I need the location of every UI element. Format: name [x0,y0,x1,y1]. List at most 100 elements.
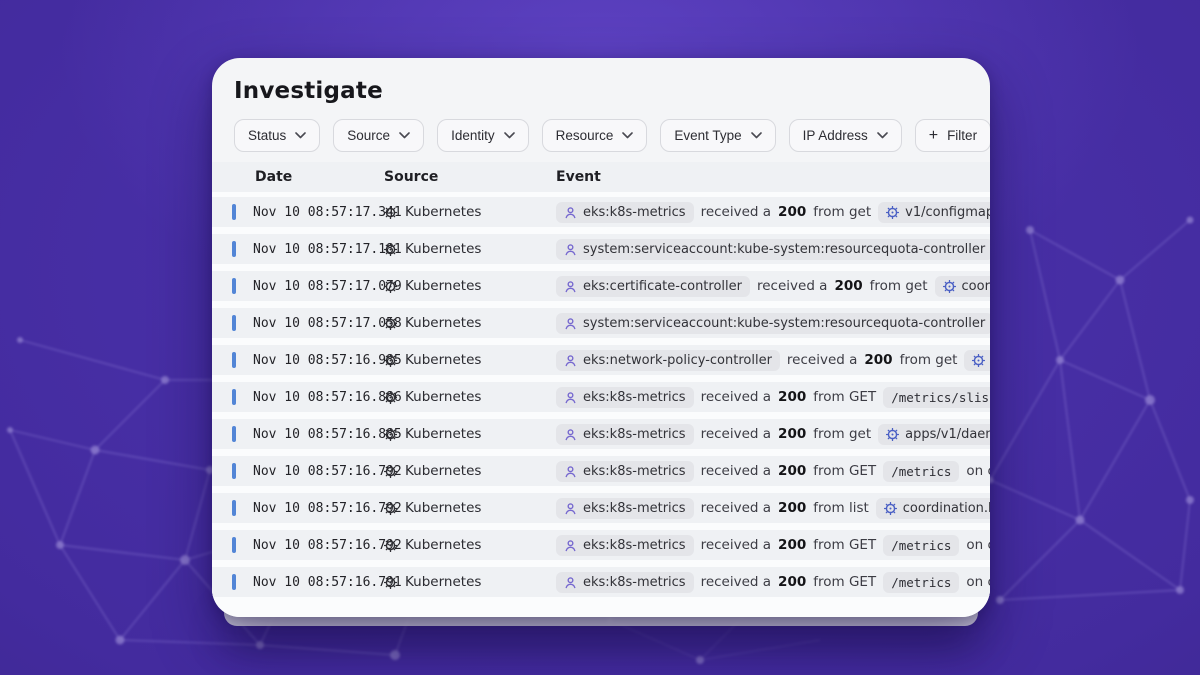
identity-person-icon [564,206,577,219]
identity-person-icon [564,502,577,515]
identity-chip[interactable]: eks:k8s-metrics [556,535,694,556]
chevron-down-icon [504,132,515,139]
event-cell: eks:k8s-metrics received a 200 from GET/met… [556,387,990,408]
table-row[interactable]: Nov 10 08:57:17.341 Kubernetes eks:k8s-m… [212,197,990,227]
event-text: from GET [813,574,876,590]
identity-chip[interactable]: system:serviceaccount:kube-system:resour… [556,313,990,334]
chevron-down-icon [295,132,306,139]
table-row[interactable]: Nov 10 08:57:16.792 Kubernetes eks:k8s-m… [212,456,990,486]
kubernetes-icon [384,539,397,552]
identity-chip[interactable]: eks:network-policy-controller [556,350,780,371]
identity-name: eks:k8s-metrics [583,538,686,553]
identity-name: system:serviceaccount:kube-system:resour… [583,316,985,331]
status-code: 200 [778,389,806,405]
event-text: from GET [813,463,876,479]
kubernetes-resource-icon [886,428,899,441]
filter-label: IP Address [803,128,868,143]
date-cell: Nov 10 08:57:17.058 [212,315,384,331]
event-cell: system:serviceaccount:kube-system:resour… [556,313,990,334]
path-chip[interactable]: /metrics [883,572,959,593]
event-timestamp: Nov 10 08:57:17.181 [253,242,402,257]
filter-dropdown-status[interactable]: Status [234,119,320,152]
resource-chip[interactable]: apiextensions [964,350,990,371]
event-text: from GET [813,537,876,553]
identity-name: eks:k8s-metrics [583,390,686,405]
kubernetes-icon [384,465,397,478]
event-text: received a [701,204,771,220]
filter-label: Source [347,128,390,143]
identity-person-icon [564,243,577,256]
identity-chip[interactable]: eks:k8s-metrics [556,572,694,593]
table-row[interactable]: Nov 10 08:57:17.181 Kubernetes system:se… [212,234,990,264]
event-cell: eks:k8s-metricsreceived a200from GET/met… [556,572,990,593]
source-label: Kubernetes [405,278,481,294]
identity-chip[interactable]: eks:k8s-metrics [556,498,694,519]
kubernetes-icon [384,502,397,515]
filter-dropdown-resource[interactable]: Resource [542,119,648,152]
path-chip[interactable]: /metrics [883,535,959,556]
table-row[interactable]: Nov 10 08:57:17.058 Kubernetes system:se… [212,308,990,338]
event-text: from get [813,426,871,442]
filter-dropdown-event-type[interactable]: Event Type [660,119,775,152]
path-chip[interactable]: /metrics/slis [883,387,990,408]
table-row[interactable]: Nov 10 08:57:16.792 Kubernetes eks:k8s-m… [212,493,990,523]
event-text: from get [813,204,871,220]
filter-dropdown-identity[interactable]: Identity [437,119,529,152]
identity-chip[interactable]: eks:k8s-metrics [556,387,694,408]
event-cell: eks:k8s-metricsreceived a200from get v1/… [556,202,990,223]
event-text: received a [757,278,827,294]
date-cell: Nov 10 08:57:16.792 [212,537,384,553]
resource-chip[interactable]: coordination [935,276,990,297]
event-text: received a [787,352,857,368]
table-row[interactable]: Nov 10 08:57:16.792 Kubernetes eks:k8s-m… [212,530,990,560]
identity-chip[interactable]: eks:k8s-metrics [556,424,694,445]
filter-dropdown-ip-address[interactable]: IP Address [789,119,902,152]
event-text: from GET [813,389,876,405]
resource-chip[interactable]: v1/configmaps kube [878,202,990,223]
resource-chip[interactable]: apps/v1/daemonsets [878,424,990,445]
table-row[interactable]: Nov 10 08:57:16.791 Kubernetes eks:k8s-m… [212,567,990,597]
identity-chip[interactable]: eks:k8s-metrics [556,461,694,482]
status-indicator-bar [232,537,236,553]
table-row[interactable]: Nov 10 08:57:16.886 Kubernetes eks:k8s-m… [212,382,990,412]
identity-person-icon [564,576,577,589]
filter-dropdown-source[interactable]: Source [333,119,424,152]
kubernetes-icon [384,206,397,219]
date-cell: Nov 10 08:57:17.079 [212,278,384,294]
kubernetes-resource-icon [972,354,985,367]
identity-person-icon [564,354,577,367]
table-row[interactable]: Nov 10 08:57:16.885 Kubernetes eks:k8s-m… [212,419,990,449]
identity-name: system:serviceaccount:kube-system:resour… [583,242,985,257]
kubernetes-icon [384,576,397,589]
source-cell: Kubernetes [384,315,556,331]
resource-name: coordination.k8s.io [903,501,990,516]
event-text: received a [701,389,771,405]
identity-chip[interactable]: system:serviceaccount:kube-system:resour… [556,239,990,260]
status-code: 200 [778,463,806,479]
filter-bar: Status Source Identity Resource Event Type IP… [234,119,968,152]
source-cell: Kubernetes [384,389,556,405]
add-filter-button[interactable]: +Filter [915,119,990,152]
filter-label: Resource [556,128,614,143]
event-timestamp: Nov 10 08:57:16.792 [253,464,402,479]
status-indicator-bar [232,389,236,405]
identity-person-icon [564,317,577,330]
identity-chip[interactable]: eks:k8s-metrics [556,202,694,223]
column-header-event: Event [556,169,990,185]
table-row[interactable]: Nov 10 08:57:16.985 Kubernetes eks:netwo… [212,345,990,375]
event-text: on cluster [966,574,990,590]
column-header-date: Date [212,169,384,185]
event-timestamp: Nov 10 08:57:16.985 [253,353,402,368]
path-chip[interactable]: /metrics [883,461,959,482]
identity-chip[interactable]: eks:certificate-controller [556,276,750,297]
source-cell: Kubernetes [384,278,556,294]
event-cell: eks:k8s-metricsreceived a200from GET/met… [556,535,990,556]
plus-icon: + [929,128,938,144]
resource-name: v1/configmaps kube [905,205,990,220]
filter-label: Status [248,128,286,143]
event-cell: eks:network-policy-controllerreceived a2… [556,350,990,371]
resource-chip[interactable]: coordination.k8s.io [876,498,990,519]
table-row[interactable]: Nov 10 08:57:17.079 Kubernetes eks:certi… [212,271,990,301]
source-label: Kubernetes [405,315,481,331]
source-label: Kubernetes [405,426,481,442]
